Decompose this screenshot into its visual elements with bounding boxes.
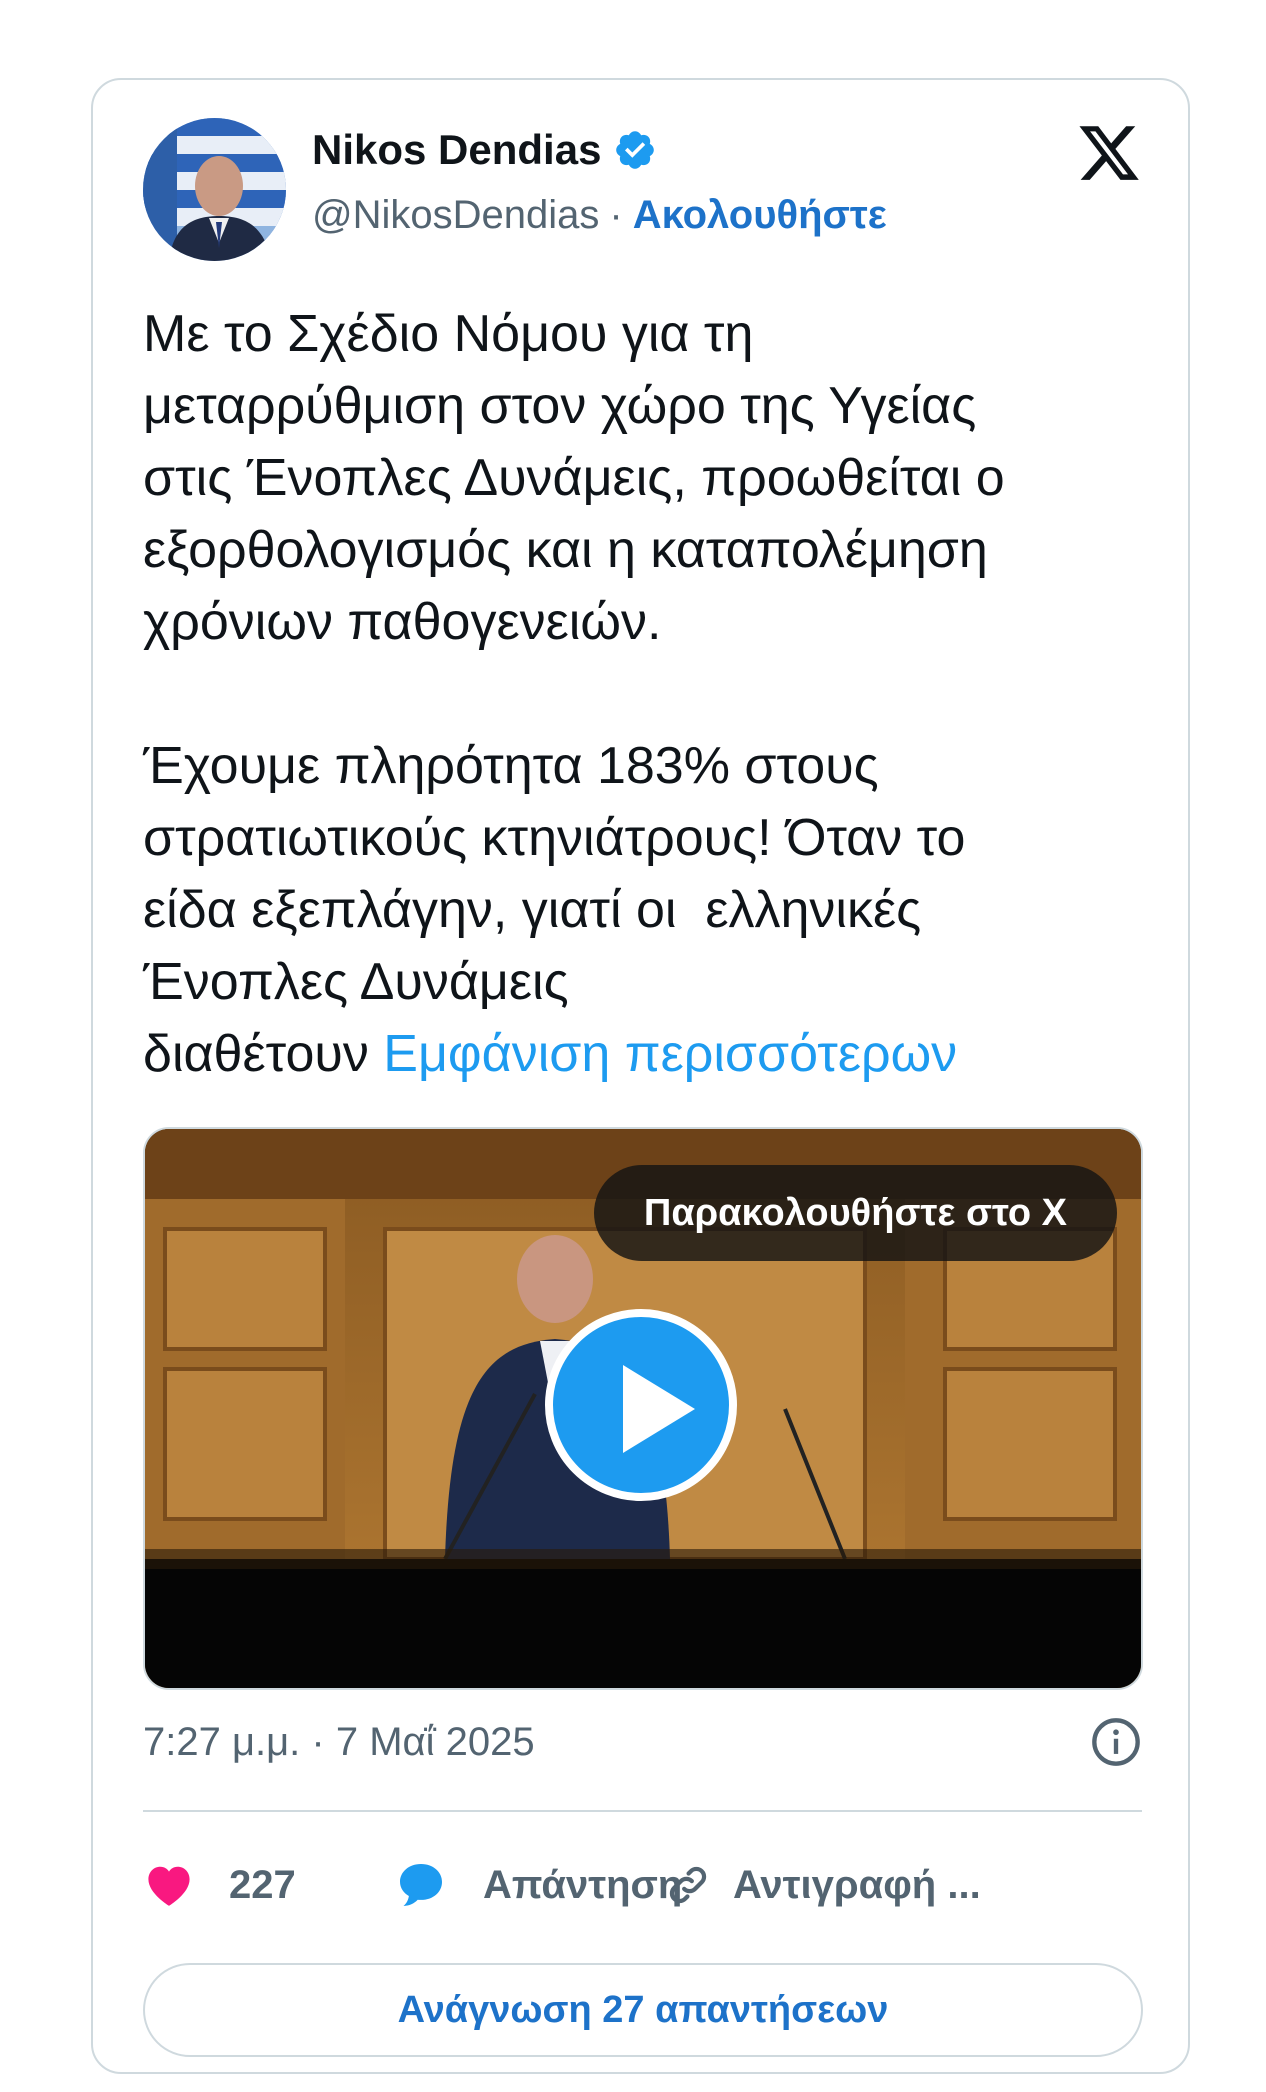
- author-name-row: Nikos Dendias: [312, 126, 657, 174]
- follow-link[interactable]: Ακολουθήστε: [633, 193, 887, 238]
- x-logo-icon[interactable]: [1076, 120, 1142, 186]
- handle-row: @NikosDendias · Ακολουθήστε: [312, 193, 887, 238]
- link-icon: [669, 1866, 707, 1904]
- reply-bubble-icon: [400, 1864, 442, 1906]
- video-player[interactable]: Παρακολουθήστε στο X: [143, 1127, 1143, 1690]
- heart-icon: [148, 1866, 190, 1906]
- verified-badge-icon: [616, 131, 655, 169]
- reply-label: Απάντηση: [483, 1862, 683, 1907]
- play-icon: [623, 1365, 695, 1453]
- show-more-link[interactable]: Εμφάνιση περισσότερων: [383, 1025, 957, 1083]
- tweet-text: Με το Σχέδιο Νόμου για τη μεταρρύθμιση σ…: [143, 298, 1153, 1090]
- read-replies-button[interactable]: Ανάγνωση 27 απαντήσεων: [143, 1963, 1143, 2057]
- tweet-body: Με το Σχέδιο Νόμου για τη μεταρρύθμιση σ…: [143, 305, 1005, 1083]
- tweet-timestamp[interactable]: 7:27 μ.μ. · 7 Μαΐ 2025: [143, 1720, 535, 1765]
- author-handle[interactable]: @NikosDendias: [312, 193, 599, 238]
- like-count: 227: [229, 1862, 296, 1907]
- like-button[interactable]: 227: [143, 1835, 296, 1935]
- reply-button[interactable]: Απάντηση: [393, 1835, 682, 1935]
- author-name[interactable]: Nikos Dendias: [312, 126, 601, 174]
- copy-label: Αντιγραφή ...: [733, 1862, 981, 1907]
- play-button[interactable]: [545, 1309, 737, 1501]
- info-icon[interactable]: [1090, 1716, 1142, 1768]
- divider: [143, 1810, 1142, 1812]
- watch-on-x-button[interactable]: Παρακολουθήστε στο X: [593, 1165, 1117, 1261]
- avatar[interactable]: [143, 118, 286, 261]
- action-bar: 227 Απάντηση Αντιγραφή ...: [143, 1835, 1142, 1935]
- copy-link-button[interactable]: Αντιγραφή ...: [665, 1835, 981, 1935]
- tweet-card: Nikos Dendias @NikosDendias · Ακολουθήστ…: [91, 78, 1190, 2074]
- separator-dot: ·: [609, 193, 623, 237]
